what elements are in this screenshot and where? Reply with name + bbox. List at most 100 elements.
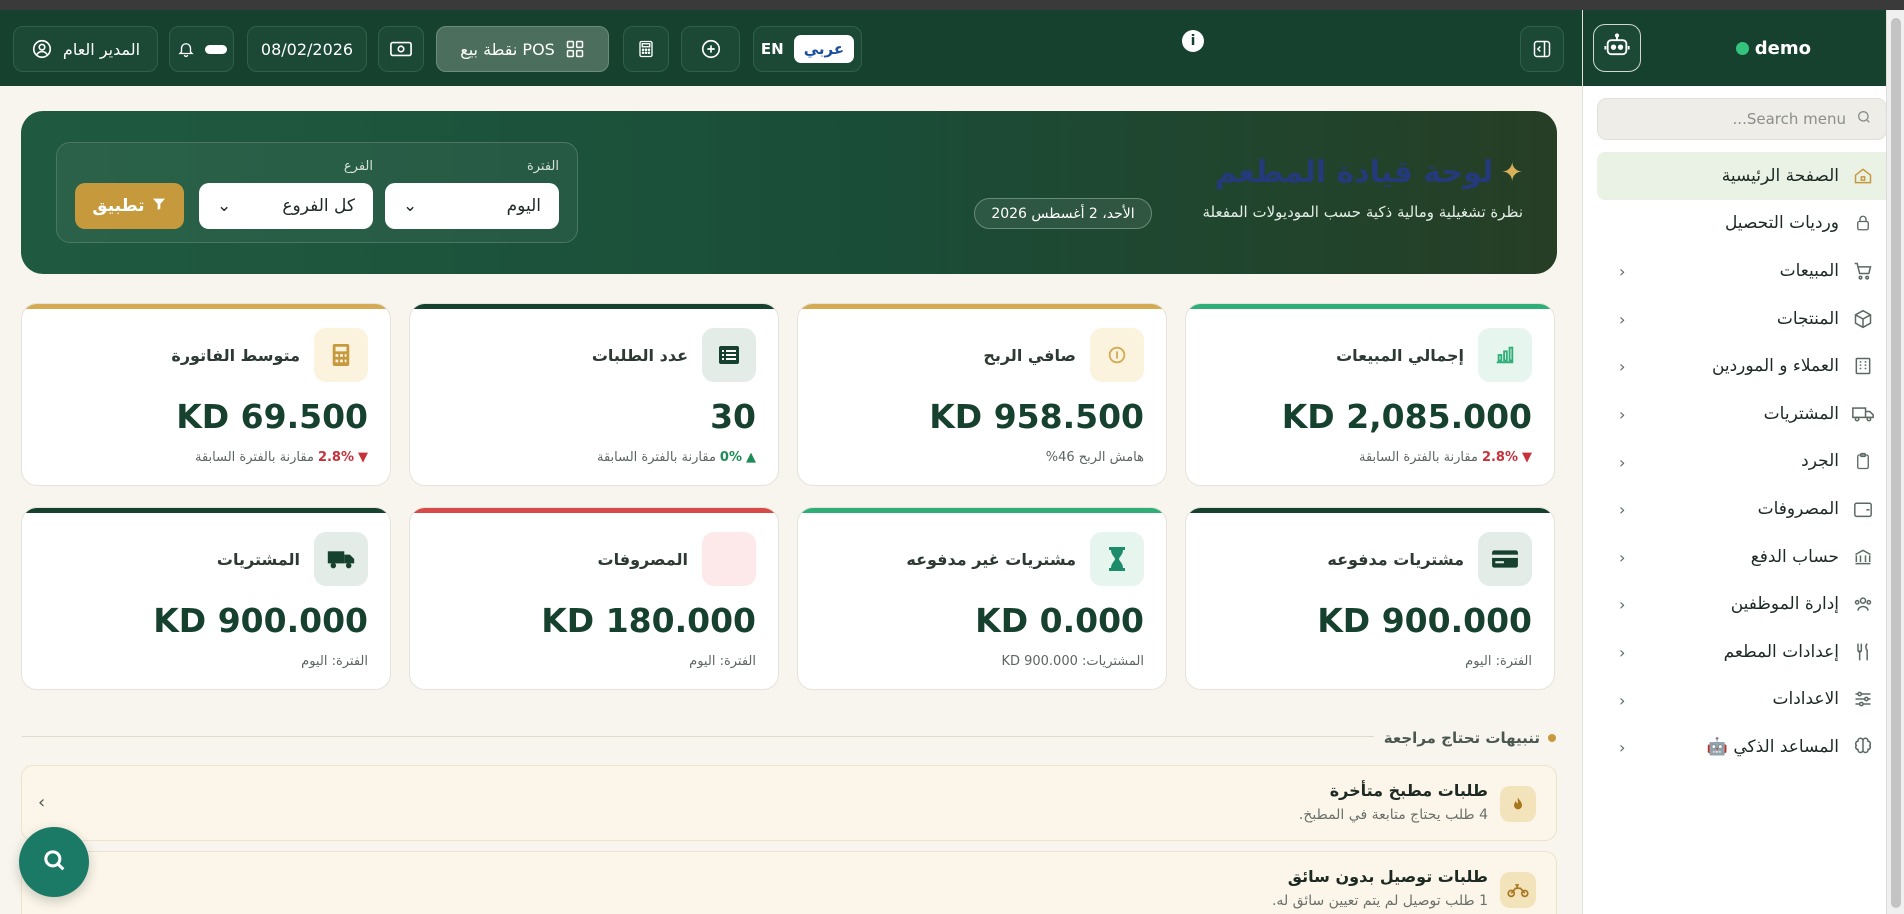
kpi-footnote: الفترة: اليوم bbox=[1465, 654, 1532, 669]
sidebar-item-settings[interactable]: الاعدادات ‹ bbox=[1583, 676, 1904, 724]
online-status-dot bbox=[1735, 42, 1749, 55]
home-icon bbox=[1851, 164, 1875, 188]
kpi-change-text: الفترة: اليوم bbox=[301, 654, 368, 669]
kpi-change-text: المشتريات: KD 900.000 bbox=[1001, 654, 1144, 669]
user-menu-button[interactable]: المدير العام bbox=[13, 26, 158, 72]
kpi-change-text: مقارنة بالفترة السابقة bbox=[194, 450, 314, 465]
brand-name: demo bbox=[1754, 38, 1811, 59]
sidebar-item-inventory[interactable]: الجرد ‹ bbox=[1583, 438, 1904, 486]
user-role-label: المدير العام bbox=[62, 39, 141, 59]
sidebar-toggle-button[interactable] bbox=[1520, 26, 1564, 72]
chevron-left-icon: ‹ bbox=[1619, 500, 1626, 520]
kpi-label: مشتريات مدفوعه bbox=[1327, 550, 1464, 569]
theme-toggle-pill[interactable] bbox=[204, 44, 227, 54]
kpi-card-accent-bar bbox=[22, 304, 390, 309]
top-header: المدير العام 08/02/2026 نقطة بيع POS EN … bbox=[0, 10, 1582, 86]
alert-item-delivery-no-driver[interactable]: طلبات توصيل بدون سائق 1 طلب توصيل لم يتم… bbox=[21, 851, 1557, 914]
sidebar-item-ai-assistant[interactable]: المساعد الذكي 🤖 ‹ bbox=[1583, 723, 1904, 771]
floating-search-button[interactable] bbox=[19, 827, 89, 897]
alerts-heading: تنبيهات تحتاج مراجعة bbox=[1373, 729, 1556, 747]
date-picker-button[interactable]: 08/02/2026 bbox=[247, 26, 367, 72]
coin-icon bbox=[1090, 328, 1144, 382]
sidebar-item-payment-account[interactable]: حساب الدفع ‹ bbox=[1583, 533, 1904, 581]
chevron-down-icon: ⌄ bbox=[217, 196, 232, 216]
kpi-value: 30 bbox=[710, 397, 756, 436]
sidebar-item-customers-suppliers[interactable]: العملاء و الموردين ‹ bbox=[1583, 342, 1904, 390]
kpi-footnote: ▼ 2.8% مقارنة بالفترة السابقة bbox=[195, 450, 368, 465]
kpi-card[interactable]: صافي الربح KD 958.500 هامش الربح 46% bbox=[797, 303, 1167, 486]
sidebar-item-expenses[interactable]: المصروفات ‹ bbox=[1583, 485, 1904, 533]
sidebar-item-collection-shifts[interactable]: ورديات التحصيل bbox=[1583, 200, 1904, 248]
sidebar-item-label: إعدادات المطعم bbox=[1723, 641, 1839, 662]
lock-icon bbox=[1851, 211, 1875, 235]
lang-en-option[interactable]: EN bbox=[761, 40, 784, 58]
kpi-card[interactable]: إجمالي المبيعات KD 2,085.000 ▼ 2.8% مقارنة ب… bbox=[1185, 303, 1555, 486]
sidebar-item-label: المنتجات bbox=[1776, 308, 1839, 329]
sidebar-item-label: المبيعات bbox=[1779, 260, 1839, 281]
kpi-value: KD 180.000 bbox=[541, 601, 756, 640]
period-label: الفترة bbox=[526, 159, 559, 174]
calculator-button[interactable] bbox=[623, 26, 669, 72]
search-icon bbox=[1856, 109, 1872, 129]
list-icon bbox=[702, 328, 756, 382]
sidebar-item-purchases[interactable]: المشتريات ‹ bbox=[1583, 390, 1904, 438]
kpi-card[interactable]: المصروفات KD 180.000 الفترة: اليوم bbox=[409, 507, 779, 690]
cart-icon bbox=[1851, 259, 1875, 283]
page-title-text: لوحة قيادة المطعم bbox=[1214, 155, 1494, 190]
sidebar-search-input[interactable]: Search menu... bbox=[1597, 98, 1887, 140]
sidebar-item-label: الجرد bbox=[1801, 451, 1839, 472]
scrollbar-thumb[interactable] bbox=[1891, 18, 1901, 908]
period-select[interactable]: اليوم ⌄ bbox=[385, 183, 559, 229]
kpi-change: 2.8% bbox=[1481, 450, 1518, 465]
apply-filter-button[interactable]: تطبيق bbox=[75, 183, 184, 229]
alert-text: 4 طلب يحتاج متابعة في المطبخ. bbox=[1298, 807, 1488, 823]
robot-assistant-button[interactable] bbox=[1593, 24, 1641, 72]
kpi-value: KD 900.000 bbox=[1317, 601, 1532, 640]
kpi-card[interactable]: متوسط الفاتورة KD 69.500 ▼ 2.8% مقارنة بالفت… bbox=[21, 303, 391, 486]
sidebar-item-label: العملاء و الموردين bbox=[1711, 356, 1839, 377]
trend-down-icon: ▼ bbox=[358, 450, 368, 465]
alerts-heading-text: تنبيهات تحتاج مراجعة bbox=[1383, 729, 1540, 747]
search-placeholder: Search menu... bbox=[1732, 110, 1846, 128]
kpi-footnote: ▼ 2.8% مقارنة بالفترة السابقة bbox=[1359, 450, 1532, 465]
page-scrollbar[interactable] bbox=[1886, 10, 1904, 914]
receipt-icon bbox=[702, 532, 756, 586]
calculator-icon bbox=[314, 328, 368, 382]
pos-label: نقطة بيع POS bbox=[460, 39, 555, 59]
chevron-left-icon: ‹ bbox=[1619, 357, 1626, 377]
branch-select[interactable]: كل الفروع ⌄ bbox=[199, 183, 373, 229]
current-date-badge: الأحد، 2 أغسطس 2026 bbox=[974, 198, 1152, 229]
add-button[interactable] bbox=[681, 26, 740, 72]
kpi-card[interactable]: مشتريات غير مدفوعه KD 0.000 المشتريات: KD … bbox=[797, 507, 1167, 690]
alert-title: طلبات مطبخ متأخرة bbox=[1329, 781, 1488, 800]
cash-button[interactable] bbox=[378, 26, 424, 72]
lang-ar-option[interactable]: عربي bbox=[793, 35, 855, 63]
brand-logo[interactable]: demo bbox=[1735, 38, 1811, 59]
kpi-card[interactable]: عدد الطلبات 30 ▲ 0% مقارنة بالفترة السابقة bbox=[409, 303, 779, 486]
kpi-card[interactable]: المشتريات KD 900.000 الفترة: اليوم bbox=[21, 507, 391, 690]
kpi-label: المصروفات bbox=[597, 550, 688, 569]
sidebar-item-home[interactable]: الصفحة الرئيسية bbox=[1597, 152, 1903, 200]
trend-up-icon: ▲ bbox=[746, 450, 756, 465]
kpi-card-accent-bar bbox=[410, 508, 778, 513]
truck-icon bbox=[1851, 402, 1875, 426]
info-icon[interactable]: i bbox=[1182, 30, 1204, 52]
sidebar-item-label: المشتريات bbox=[1763, 403, 1839, 424]
sliders-icon bbox=[1851, 687, 1875, 711]
kpi-value: KD 958.500 bbox=[929, 397, 1144, 436]
notifications-button[interactable] bbox=[169, 26, 234, 72]
sidebar-item-sales[interactable]: المبيعات ‹ bbox=[1583, 247, 1904, 295]
sidebar-item-products[interactable]: المنتجات ‹ bbox=[1583, 295, 1904, 343]
sidebar-item-label: الصفحة الرئيسية bbox=[1721, 165, 1839, 186]
sidebar-item-employees[interactable]: إدارة الموظفين ‹ bbox=[1583, 580, 1904, 628]
credit-card-icon bbox=[1478, 532, 1532, 586]
alert-item-late-kitchen[interactable]: طلبات مطبخ متأخرة 4 طلب يحتاج متابعة في … bbox=[21, 765, 1557, 841]
chevron-down-icon: ⌄ bbox=[403, 196, 418, 216]
sparkle-icon: ✦ bbox=[1501, 157, 1523, 188]
sidebar: demo Search menu... الصفحة الرئيسية وردي… bbox=[1582, 10, 1904, 914]
language-switch[interactable]: EN عربي bbox=[753, 26, 862, 72]
kpi-card[interactable]: مشتريات مدفوعه KD 900.000 الفترة: اليوم bbox=[1185, 507, 1555, 690]
period-value: اليوم bbox=[506, 196, 541, 216]
sidebar-item-restaurant-settings[interactable]: إعدادات المطعم ‹ bbox=[1583, 628, 1904, 676]
pos-button[interactable]: نقطة بيع POS bbox=[436, 26, 609, 72]
